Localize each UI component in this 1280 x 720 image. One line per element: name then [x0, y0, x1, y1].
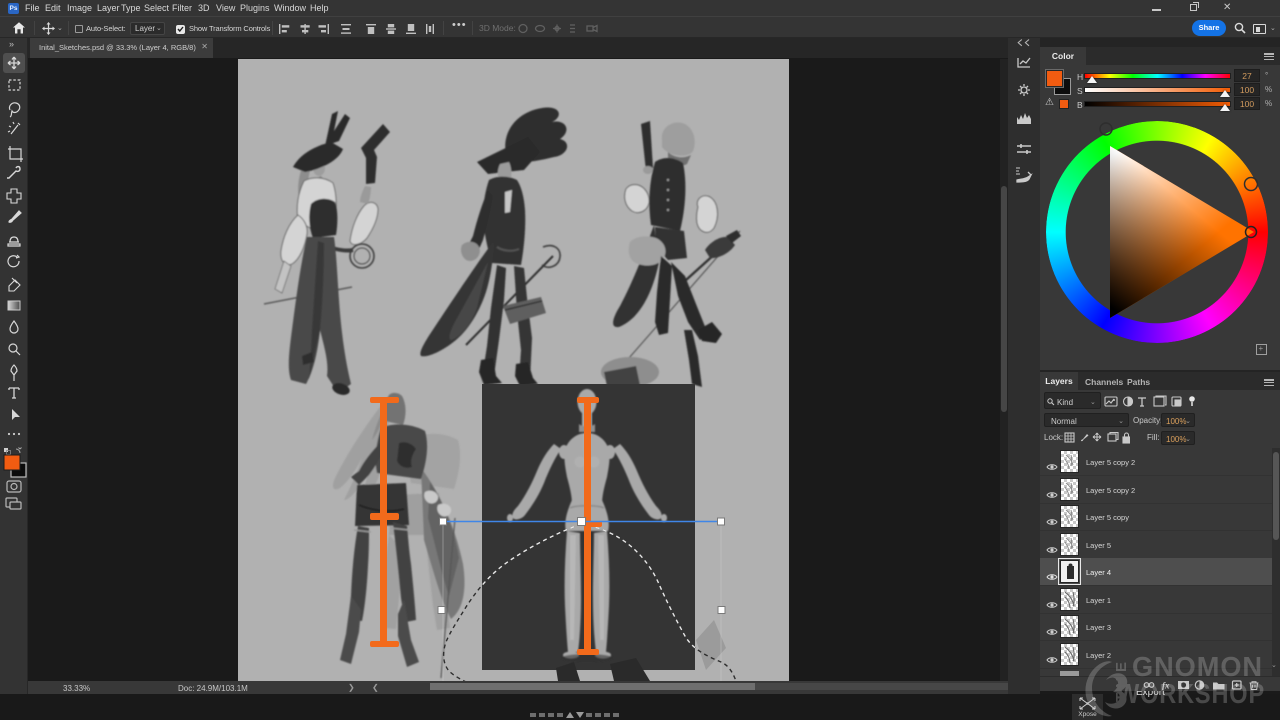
svg-text:fx: fx	[1162, 681, 1170, 691]
